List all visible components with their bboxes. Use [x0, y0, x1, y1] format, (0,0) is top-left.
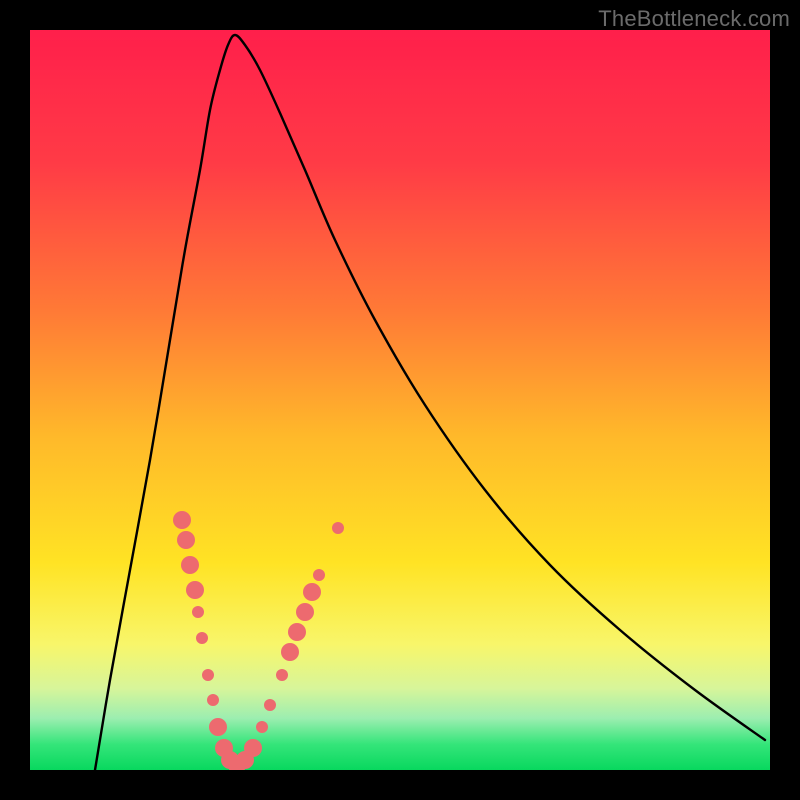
data-marker: [181, 556, 199, 574]
chart-frame: [30, 30, 770, 770]
data-marker: [332, 522, 344, 534]
data-marker: [281, 643, 299, 661]
data-marker: [244, 739, 262, 757]
data-marker: [313, 569, 325, 581]
data-marker: [207, 694, 219, 706]
data-marker: [202, 669, 214, 681]
data-marker: [288, 623, 306, 641]
data-markers: [173, 511, 344, 770]
data-marker: [296, 603, 314, 621]
data-marker: [276, 669, 288, 681]
data-marker: [186, 581, 204, 599]
data-marker: [177, 531, 195, 549]
data-marker: [192, 606, 204, 618]
bottleneck-curve: [95, 35, 765, 770]
watermark-text: TheBottleneck.com: [598, 6, 790, 32]
data-marker: [196, 632, 208, 644]
data-marker: [303, 583, 321, 601]
data-marker: [264, 699, 276, 711]
data-marker: [173, 511, 191, 529]
chart-svg: [30, 30, 770, 770]
data-marker: [256, 721, 268, 733]
data-marker: [209, 718, 227, 736]
